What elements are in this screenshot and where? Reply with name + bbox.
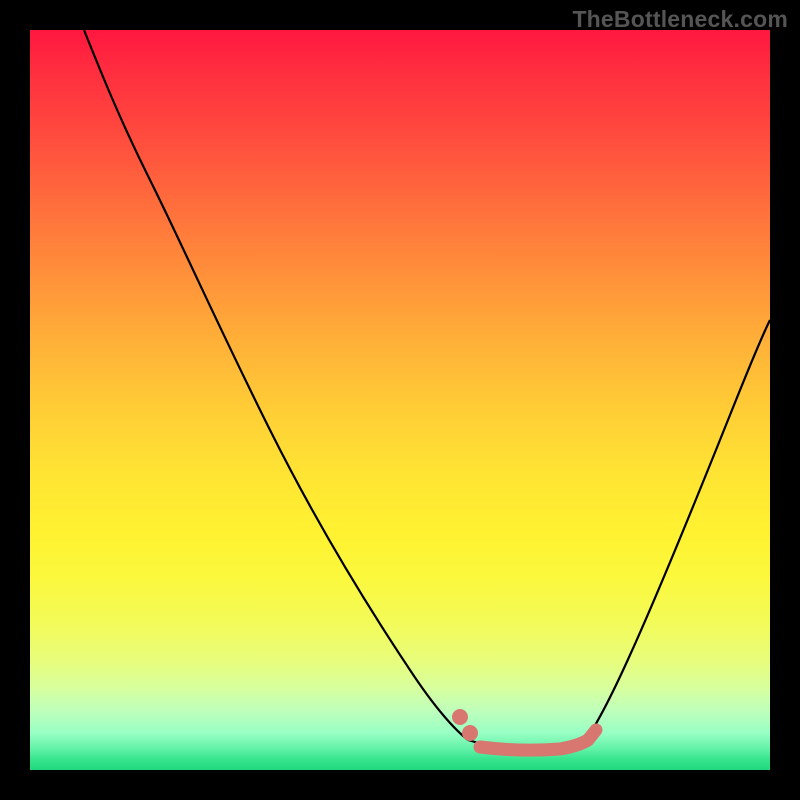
valley-highlight — [480, 730, 596, 750]
valley-dot-1 — [452, 709, 468, 725]
gradient-plot-area — [30, 30, 770, 770]
left-branch-line — [84, 30, 468, 740]
chart-frame: TheBottleneck.com — [0, 0, 800, 800]
curve-svg — [30, 30, 770, 770]
valley-dot-2 — [462, 725, 478, 741]
right-branch-line — [586, 320, 770, 740]
watermark-text: TheBottleneck.com — [572, 6, 788, 33]
